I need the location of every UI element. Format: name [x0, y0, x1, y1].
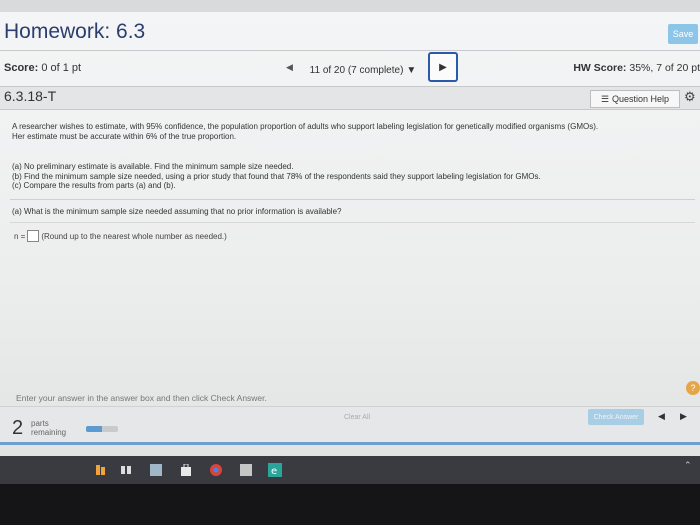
- page-title: Homework: 6.3: [4, 20, 146, 43]
- question-help-button[interactable]: ☰ Question Help: [590, 90, 680, 108]
- browser-icon[interactable]: e: [268, 463, 282, 477]
- score-value: 0 of 1 pt: [41, 62, 82, 74]
- previous-part-icon[interactable]: ◀: [658, 411, 665, 422]
- parts-progress-bar: [86, 426, 118, 432]
- hw-score-value: 35%, 7 of 20 pt: [629, 62, 700, 74]
- right-arrow-icon: ▶: [439, 61, 447, 73]
- question-help-label: Question Help: [612, 94, 670, 104]
- notification-icon[interactable]: ⌃: [684, 460, 692, 471]
- task-view-icon[interactable]: [120, 463, 132, 475]
- clear-all-button[interactable]: Clear All: [344, 414, 370, 421]
- left-arrow-icon: ◀: [286, 62, 293, 72]
- app-icon[interactable]: [150, 463, 162, 476]
- start-icon[interactable]: [95, 463, 107, 475]
- hw-score-display: HW Score: 35%, 7 of 20 pt: [573, 62, 700, 74]
- score-label: Score:: [4, 62, 39, 74]
- list-icon: ☰: [600, 93, 610, 104]
- monitor-bezel-bottom: [0, 484, 700, 525]
- parts-remaining-count: 2: [12, 417, 24, 439]
- svg-text:e: e: [271, 466, 277, 477]
- problem-statement: A researcher wishes to estimate, with 95…: [12, 122, 692, 142]
- question-id: 6.3.18-T: [4, 88, 57, 104]
- divider: [0, 50, 700, 51]
- answer-hint: (Round up to the nearest whole number as…: [41, 231, 227, 241]
- score-display: Score: 0 of 1 pt: [4, 62, 81, 74]
- parts-label-line-1: parts: [31, 419, 49, 428]
- chrome-icon[interactable]: [210, 463, 222, 476]
- divider: [10, 222, 695, 223]
- parts-label-line-2: remaining: [31, 428, 67, 437]
- problem-line-2: Her estimate must be accurate within 6% …: [12, 132, 237, 141]
- check-answer-button[interactable]: Check Answer: [588, 409, 644, 425]
- progress-fill: [86, 426, 102, 432]
- browser-viewport: Homework: 6.3 Save Score: 0 of 1 pt ◀ 11…: [0, 12, 700, 456]
- problem-parts: (a) No preliminary estimate is available…: [12, 162, 541, 191]
- answer-input[interactable]: [27, 230, 40, 242]
- accent-line: [0, 442, 700, 445]
- part-a: (a) No preliminary estimate is available…: [12, 162, 294, 171]
- parts-remaining-label: parts remaining: [31, 419, 66, 437]
- hw-score-label: HW Score:: [573, 62, 627, 74]
- instruction-text: Enter your answer in the answer box and …: [16, 393, 267, 403]
- problem-line-1: A researcher wishes to estimate, with 95…: [12, 122, 599, 131]
- question-selector[interactable]: 11 of 20 (7 complete) ▼: [303, 61, 423, 79]
- store-icon[interactable]: [180, 463, 192, 476]
- next-question-button[interactable]: ▶: [428, 52, 458, 82]
- answer-row: n = (Round up to the nearest whole numbe…: [14, 230, 227, 242]
- save-button[interactable]: Save: [668, 24, 698, 44]
- answer-prefix: n =: [14, 231, 26, 241]
- monitor-bezel-top: [0, 0, 700, 12]
- part-c: (c) Compare the results from parts (a) a…: [12, 181, 176, 190]
- app-icon[interactable]: [240, 463, 252, 476]
- chevron-down-icon: ▼: [406, 64, 417, 76]
- gear-icon[interactable]: ⚙: [684, 89, 696, 105]
- help-icon[interactable]: ?: [686, 381, 700, 395]
- sub-question: (a) What is the minimum sample size need…: [12, 207, 342, 216]
- question-status: 11 of 20 (7 complete): [309, 64, 404, 76]
- divider: [10, 199, 695, 200]
- next-part-icon[interactable]: ▶: [680, 411, 687, 422]
- previous-question-button[interactable]: ◀: [286, 62, 293, 73]
- part-b: (b) Find the minimum sample size needed,…: [12, 171, 541, 181]
